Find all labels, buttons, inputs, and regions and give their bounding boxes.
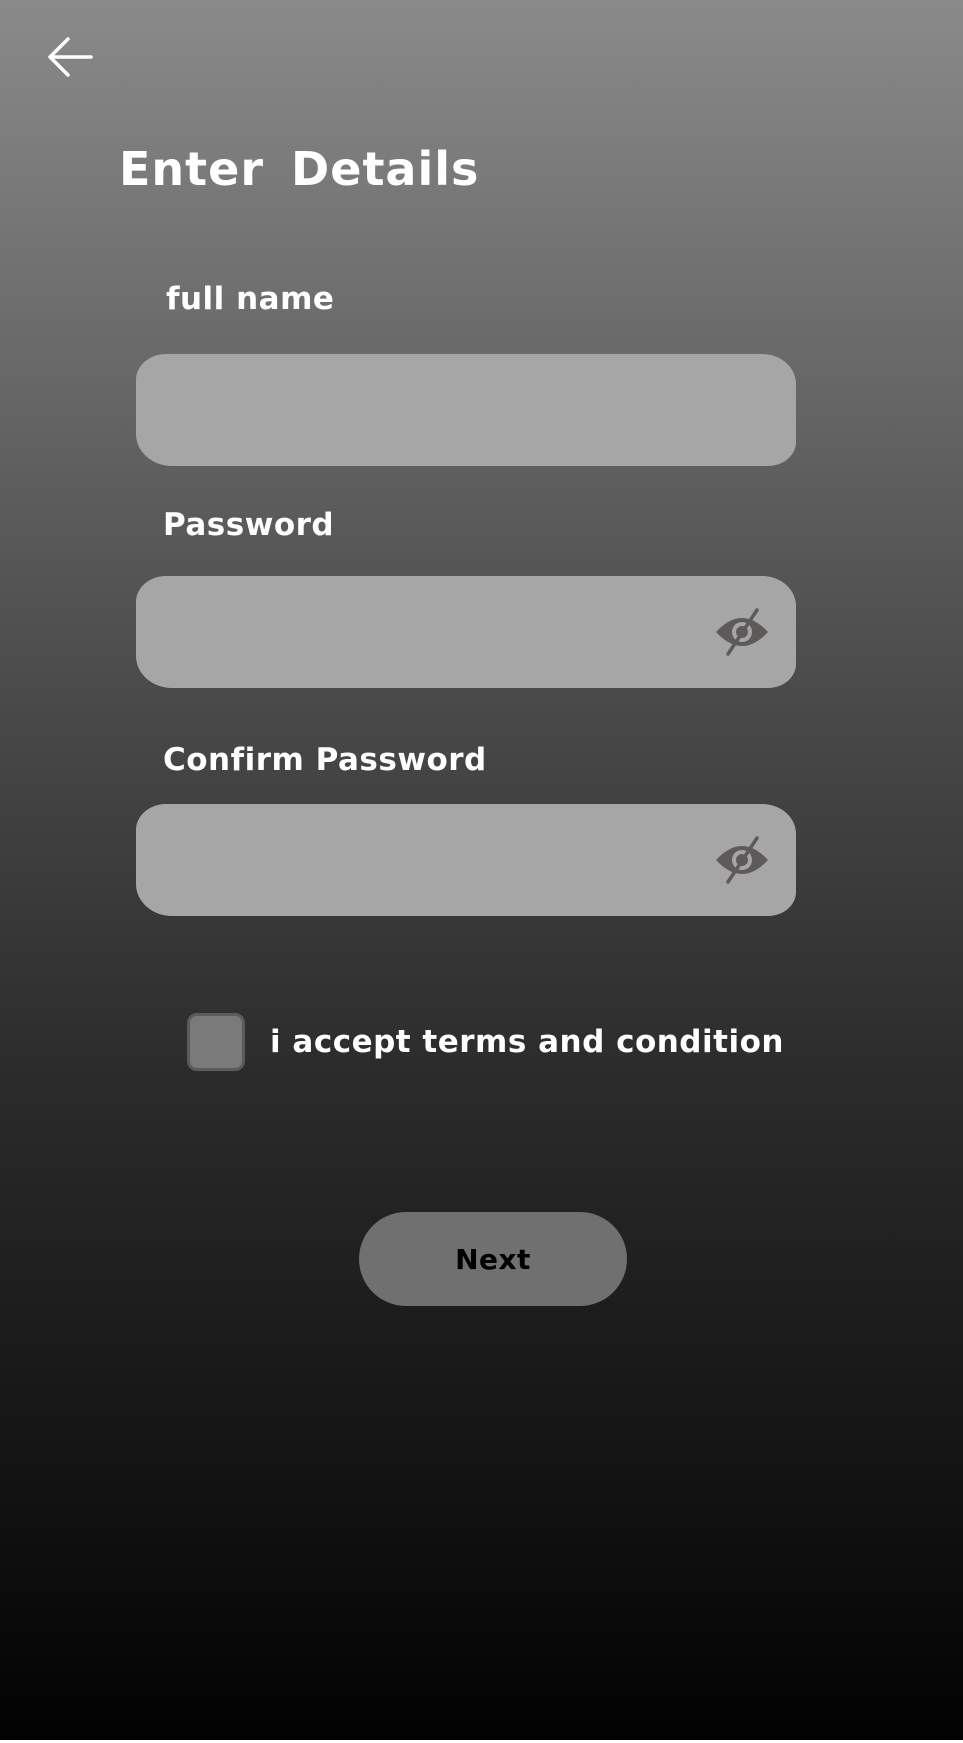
enter-details-screen: Enter Details full name Password Confirm… [0, 0, 963, 1740]
terms-row: i accept terms and condition [187, 1010, 784, 1074]
confirm-password-visibility-toggle[interactable] [712, 830, 772, 890]
next-button[interactable]: Next [359, 1212, 627, 1306]
eye-slash-icon [716, 608, 768, 656]
confirm-password-input[interactable] [136, 804, 712, 916]
password-input[interactable] [136, 576, 712, 688]
password-label: Password [163, 507, 335, 543]
eye-slash-icon [716, 836, 768, 884]
full-name-input[interactable] [136, 354, 796, 466]
password-field [136, 576, 796, 688]
password-visibility-toggle[interactable] [712, 602, 772, 662]
terms-label[interactable]: i accept terms and condition [270, 1024, 784, 1060]
confirm-password-label: Confirm Password [163, 742, 487, 778]
full-name-field [136, 354, 796, 466]
terms-checkbox[interactable] [187, 1013, 245, 1071]
back-button[interactable] [40, 32, 100, 82]
page-title: Enter Details [119, 142, 480, 196]
arrow-left-icon [48, 37, 93, 77]
confirm-password-field [136, 804, 796, 916]
full-name-label: full name [166, 281, 335, 317]
